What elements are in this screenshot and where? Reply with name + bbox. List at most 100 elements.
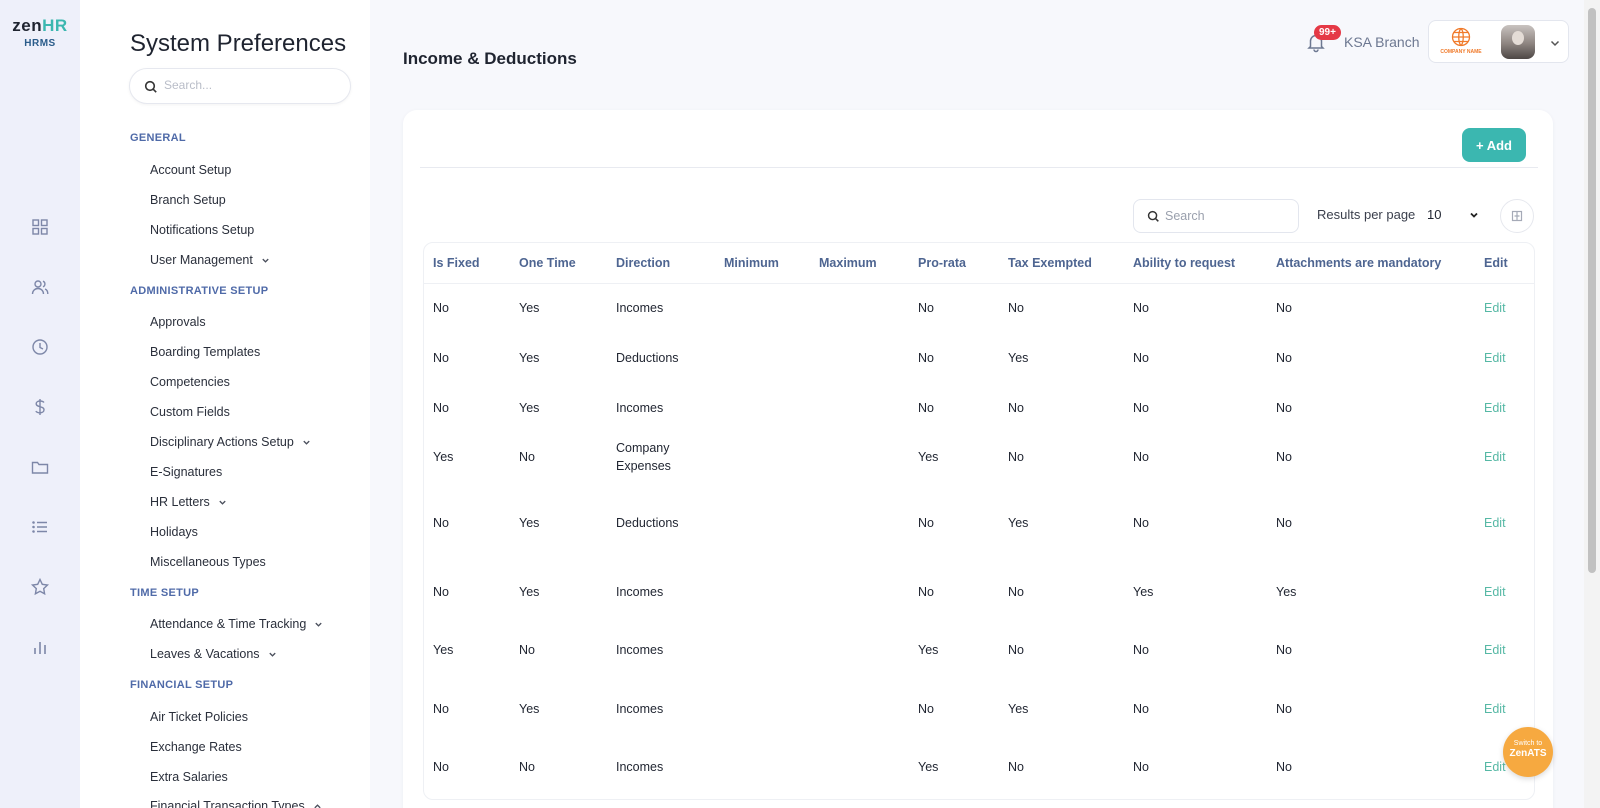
bar-chart-icon[interactable]	[30, 637, 50, 657]
table-cell: Incomes	[616, 400, 664, 415]
sidebar-item-custom-fields[interactable]: Custom Fields	[150, 405, 230, 419]
scrollbar-thumb[interactable]	[1588, 8, 1596, 573]
table-cell: Yes	[519, 351, 540, 365]
search-icon	[144, 80, 158, 94]
sidebar-item-extra-salaries[interactable]: Extra Salaries	[150, 770, 228, 784]
sidebar-item-competencies[interactable]: Competencies	[150, 375, 230, 389]
edit-link[interactable]: Edit	[1475, 432, 1534, 481]
sidebar-item-air-ticket-policies[interactable]: Air Ticket Policies	[150, 710, 248, 724]
table-cell: Deductions	[616, 516, 679, 530]
sidebar-item-branch-setup[interactable]: Branch Setup	[150, 193, 226, 207]
chevron-down-icon	[261, 256, 270, 265]
logo-wordmark: zenHR	[12, 16, 68, 35]
table-cell	[810, 383, 909, 432]
edit-link[interactable]: Edit	[1475, 565, 1534, 618]
table-cell: Deductions	[616, 351, 679, 365]
sidebar-item-financial-transaction-types[interactable]: Financial Transaction Types	[150, 799, 322, 808]
dollar-icon[interactable]	[30, 397, 50, 417]
table-cell: No	[1276, 301, 1292, 316]
column-header-minimum[interactable]: Minimum	[715, 243, 810, 284]
edit-link[interactable]: Edit	[1475, 383, 1534, 432]
table-cell: No	[1276, 351, 1292, 365]
column-header-one-time[interactable]: One Time	[510, 243, 607, 284]
column-header-edit: Edit	[1475, 243, 1534, 284]
section-title-administrative-setup: ADMINISTRATIVE SETUP	[130, 285, 269, 297]
table-cell: No	[1276, 701, 1292, 716]
edit-link[interactable]: Edit	[1475, 618, 1534, 682]
edit-link[interactable]: Edit	[1475, 283, 1534, 333]
table-cell: No	[519, 449, 535, 464]
table-cell	[715, 735, 810, 799]
column-header-maximum[interactable]: Maximum	[810, 243, 909, 284]
sidebar-item-attendance-time-tracking[interactable]: Attendance & Time Tracking	[150, 617, 323, 631]
account-menu[interactable]: COMPANY NAME	[1428, 20, 1569, 63]
table-cell	[810, 682, 909, 735]
folder-icon[interactable]	[30, 457, 50, 477]
sidebar-item-user-management[interactable]: User Management	[150, 253, 270, 267]
table-cell: No	[433, 516, 449, 530]
switch-to-zenats-button[interactable]: Switch to ZenATS	[1503, 727, 1553, 777]
table-cell: Incomes	[616, 301, 664, 316]
logo-subtitle: HRMS	[24, 38, 56, 49]
sidebar-item-exchange-rates[interactable]: Exchange Rates	[150, 740, 242, 754]
table-search[interactable]	[1133, 199, 1299, 233]
table-cell: No	[1133, 643, 1149, 657]
notification-badge: 99+	[1314, 25, 1341, 40]
table-cell	[715, 618, 810, 682]
column-header-attachments-mandatory[interactable]: Attachments are mandatory	[1267, 243, 1475, 284]
list-icon[interactable]	[30, 517, 50, 537]
table-cell: Yes	[918, 449, 939, 464]
sidebar-item-e-signatures[interactable]: E-Signatures	[150, 465, 222, 479]
sidebar-item-holidays[interactable]: Holidays	[150, 525, 198, 539]
sidebar-item-leaves-vacations[interactable]: Leaves & Vacations	[150, 647, 277, 661]
column-header-tax-exempted[interactable]: Tax Exempted	[999, 243, 1124, 284]
search-icon	[1147, 210, 1160, 223]
table-cell: No	[1008, 643, 1024, 657]
table-row: No Yes Deductions No Yes No No Edit	[424, 481, 1534, 565]
results-per-page-label: Results per page	[1317, 207, 1416, 222]
table-cell	[715, 333, 810, 383]
sidebar-item-miscellaneous-types[interactable]: Miscellaneous Types	[150, 555, 266, 569]
sidebar-item-disciplinary-actions-setup[interactable]: Disciplinary Actions Setup	[150, 435, 311, 449]
avatar[interactable]	[1501, 25, 1535, 59]
company-logo: COMPANY NAME	[1437, 26, 1485, 59]
results-per-page-select[interactable]: 10	[1423, 205, 1481, 227]
people-icon[interactable]	[30, 277, 50, 297]
table-cell	[715, 383, 810, 432]
edit-link[interactable]: Edit	[1475, 333, 1534, 383]
sidebar-search-input[interactable]	[164, 78, 334, 92]
columns-icon	[1511, 210, 1523, 222]
table-cell: No	[918, 301, 934, 316]
table-cell: No	[918, 584, 934, 599]
star-icon[interactable]	[30, 577, 50, 597]
table-cell: Incomes	[616, 643, 664, 657]
table-cell: Yes	[519, 301, 540, 316]
sidebar-item-notifications-setup[interactable]: Notifications Setup	[150, 223, 254, 237]
table-cell: Yes	[519, 584, 540, 599]
sidebar-item-approvals[interactable]: Approvals	[150, 315, 206, 329]
sidebar-item-hr-letters[interactable]: HR Letters	[150, 495, 227, 509]
table-cell: No	[1133, 701, 1149, 716]
table-cell: Incomes	[616, 584, 664, 599]
edit-link[interactable]: Edit	[1475, 481, 1534, 565]
table-cell	[715, 682, 810, 735]
clock-icon[interactable]	[30, 337, 50, 357]
add-button[interactable]: + Add	[1462, 128, 1526, 162]
sidebar-item-boarding-templates[interactable]: Boarding Templates	[150, 345, 260, 359]
dashboard-icon[interactable]	[30, 217, 50, 237]
table-cell: No	[1276, 643, 1292, 657]
table-cell	[715, 565, 810, 618]
app-logo[interactable]: zenHR HRMS	[0, 16, 80, 49]
table-row: Yes No Company Expenses Yes No No No Edit	[424, 432, 1534, 481]
table-search-input[interactable]	[1165, 209, 1285, 223]
branch-selector[interactable]: KSA Branch	[1344, 34, 1420, 50]
column-header-ability-to-request[interactable]: Ability to request	[1124, 243, 1267, 284]
column-header-pro-rata[interactable]: Pro-rata	[909, 243, 999, 284]
column-settings-button[interactable]	[1500, 199, 1534, 233]
table-row: No Yes Incomes No No Yes Yes Edit	[424, 565, 1534, 618]
table-row: No Yes Incomes No Yes No No Edit	[424, 682, 1534, 735]
sidebar-search[interactable]	[129, 68, 351, 104]
sidebar-item-account-setup[interactable]: Account Setup	[150, 163, 231, 177]
column-header-direction[interactable]: Direction	[607, 243, 715, 284]
column-header-is-fixed[interactable]: Is Fixed	[424, 243, 510, 284]
